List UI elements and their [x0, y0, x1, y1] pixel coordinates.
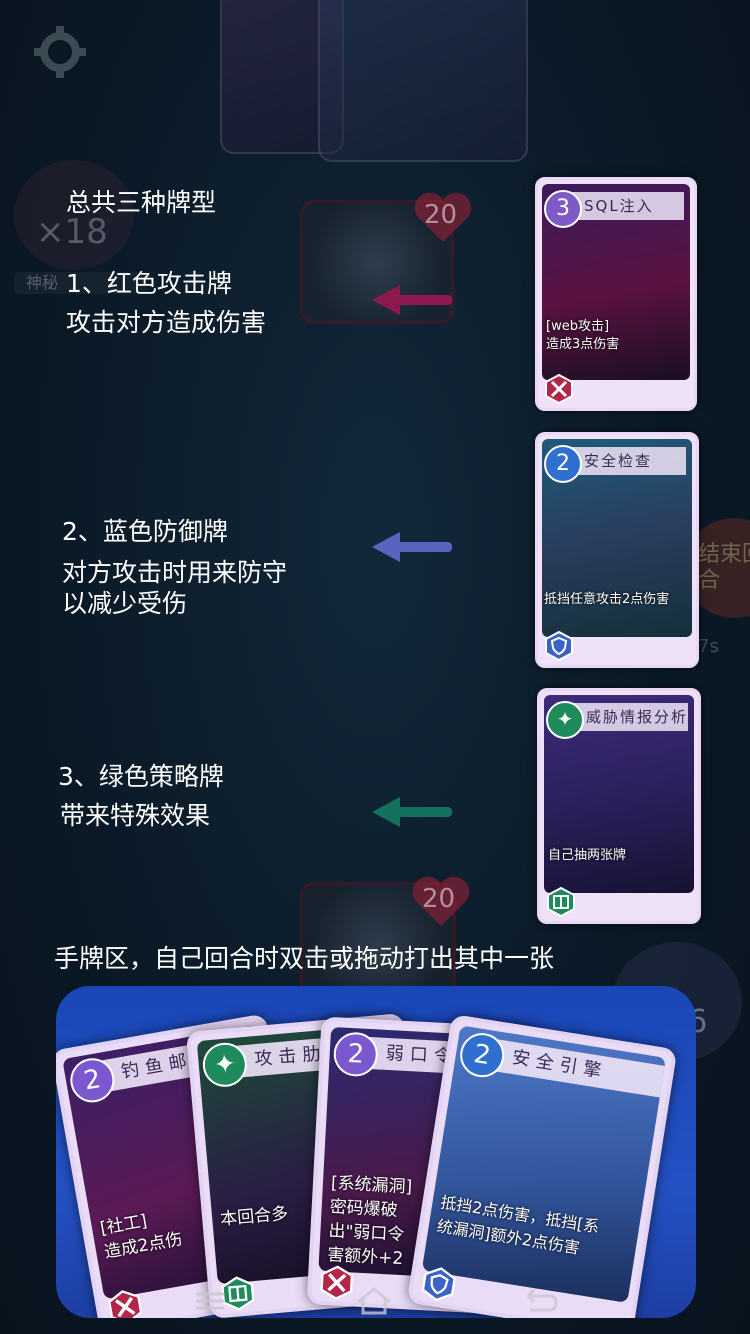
- hand-card-security-engine[interactable]: 安全引擎 2 抵挡2点伤害，抵挡[系 统漏洞]额外2点伤害: [406, 1013, 678, 1318]
- attack-arrow-icon: [372, 285, 452, 315]
- card-desc-line1: 自己抽两张牌: [548, 848, 627, 863]
- end-turn-label: 结束回合: [698, 542, 750, 593]
- back-icon[interactable]: [520, 1284, 560, 1316]
- reference-card-defense: 安全检查 2 抵挡任意攻击2点伤害: [535, 432, 699, 668]
- tutorial-heading: 总共三种牌型: [66, 188, 217, 217]
- crossed-swords-icon: [544, 373, 574, 405]
- shield-icon: [544, 630, 574, 662]
- card-desc-line1: [web攻击]: [546, 319, 610, 334]
- book-icon: [546, 886, 576, 918]
- card-desc-line2: 造成3点伤害: [546, 337, 620, 352]
- gear-icon[interactable]: [30, 22, 90, 82]
- enemy-hp-value: 20: [424, 200, 458, 230]
- strategy-type-title: 3、绿色策略牌: [58, 762, 224, 791]
- reference-card-attack: SQL注入 3 [web攻击] 造成3点伤害: [535, 177, 697, 411]
- attack-type-desc: 攻击对方造成伤害: [66, 308, 267, 337]
- bg-top-card-right: [318, 0, 528, 162]
- reference-card-strategy: 威胁情报分析 ✦ 自己抽两张牌: [537, 688, 701, 924]
- strategy-type-desc: 带来特殊效果: [60, 801, 211, 830]
- system-navbar: [0, 1276, 750, 1334]
- card-cost: 3: [544, 190, 582, 228]
- player-hp-value: 20: [422, 884, 456, 914]
- turn-timer: 7s: [698, 636, 719, 657]
- sparkle-icon: ✦: [546, 701, 584, 739]
- defense-type-desc-2: 以减少受伤: [62, 589, 188, 618]
- card-title: 安全检查: [566, 447, 686, 475]
- card-cost: 2: [544, 445, 582, 483]
- menu-icon[interactable]: [190, 1284, 230, 1316]
- home-icon[interactable]: [354, 1284, 394, 1316]
- card-desc-line1: 抵挡任意攻击2点伤害: [544, 592, 670, 607]
- card-title: 威胁情报分析: [568, 703, 688, 731]
- defense-type-title: 2、蓝色防御牌: [62, 517, 228, 546]
- defense-arrow-icon: [372, 532, 452, 562]
- strategy-arrow-icon: [372, 797, 452, 827]
- hand-area[interactable]: 钓鱼邮件 2 [社工] 造成2点伤 攻击肋 ✦ 本回合多 弱口令 2 [系统漏洞…: [56, 986, 696, 1318]
- card-title: SQL注入: [566, 192, 684, 220]
- hand-area-hint: 手牌区，自己回合时双击或拖动打出其中一张: [54, 944, 555, 973]
- attack-type-title: 1、红色攻击牌: [66, 269, 232, 298]
